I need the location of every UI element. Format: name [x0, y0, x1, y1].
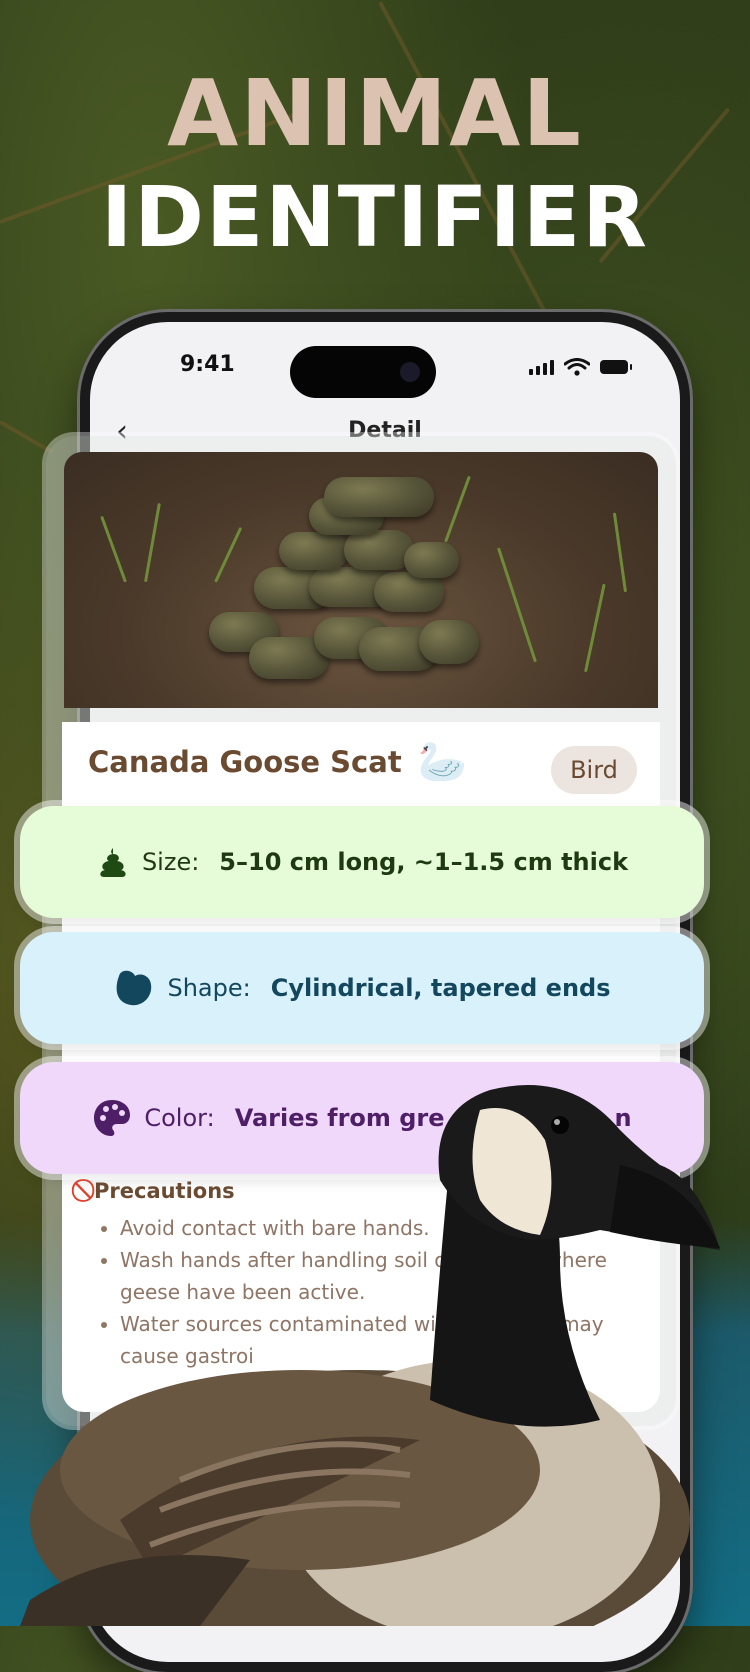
battery-icon [600, 360, 632, 374]
precautions-heading: ⃠ Precautions [88, 1178, 235, 1203]
animal-title-row: Canada Goose Scat 🦢 [88, 738, 468, 785]
blob-icon [117, 970, 152, 1006]
size-trait-pill: Size: 5–10 cm long, ~1–1.5 cm thick [20, 806, 704, 918]
hero-title-line2: IDENTIFIER [101, 168, 649, 266]
precaution-item: Wash hands after handling soil oes where… [120, 1244, 640, 1308]
wifi-icon [564, 358, 590, 376]
category-badge: Bird [551, 746, 637, 794]
animal-name: Canada Goose Scat [88, 744, 402, 779]
signal-icon [529, 359, 554, 375]
color-trait-pill: Color: Varies from gre n [20, 1062, 704, 1174]
status-icons [529, 358, 632, 376]
dynamic-island [290, 346, 436, 398]
color-label: Color: [144, 1104, 215, 1132]
background-twig [0, 420, 53, 454]
color-value: Varies from gre n [234, 1104, 632, 1132]
scat-photo [64, 452, 658, 708]
size-value: 5–10 cm long, ~1–1.5 cm thick [219, 848, 629, 876]
shape-value: Cylindrical, tapered ends [270, 974, 611, 1002]
palette-icon [94, 1100, 131, 1136]
precautions-title: Precautions [94, 1178, 235, 1203]
hero-title-line1: ANIMAL [167, 60, 583, 167]
precaution-item: Avoid contact with bare hands. [120, 1212, 640, 1244]
size-label: Size: [141, 848, 200, 876]
precautions-list: Avoid contact with bare hands. Wash hand… [98, 1212, 640, 1372]
status-time: 9:41 [180, 352, 235, 377]
goose-emoji-icon: 🦢 [417, 739, 468, 785]
shape-label: Shape: [167, 974, 251, 1002]
shape-trait-pill: Shape: Cylindrical, tapered ends [20, 932, 704, 1044]
precaution-item: Water sources contaminated witat maycaus… [120, 1308, 640, 1372]
poop-icon [100, 848, 126, 877]
